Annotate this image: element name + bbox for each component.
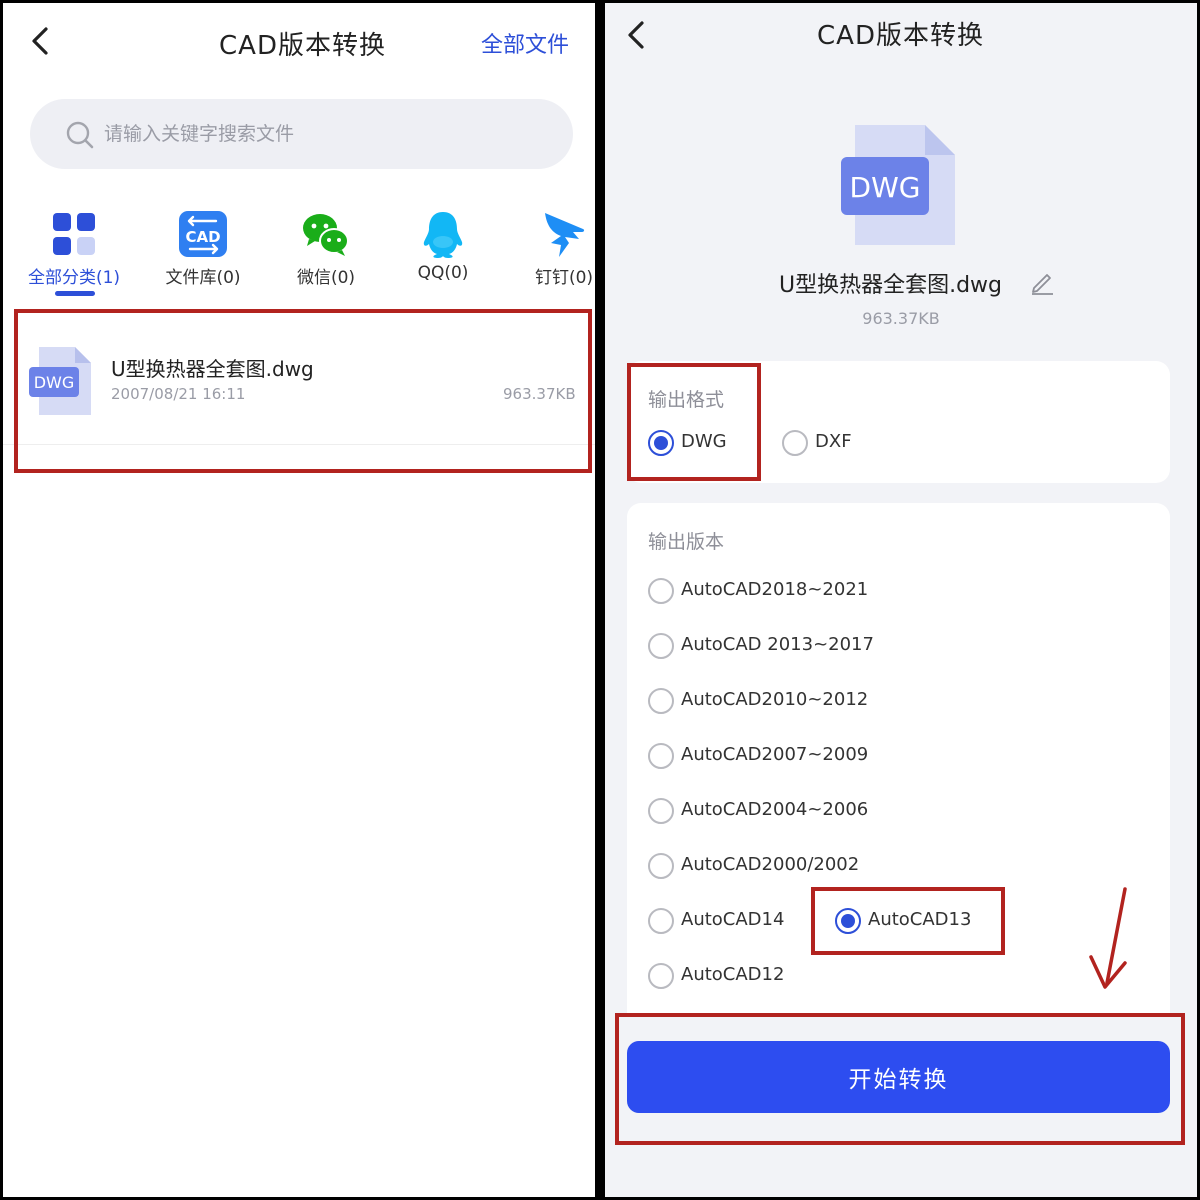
search-icon <box>66 121 94 149</box>
back-arrow-icon[interactable] <box>617 15 657 55</box>
category-label: 全部分类(1) <box>27 268 121 288</box>
radio-label: AutoCAD2004~2006 <box>681 799 869 820</box>
edit-pencil-icon[interactable] <box>1029 269 1055 295</box>
all-files-link[interactable]: 全部文件 <box>481 27 569 59</box>
annotation-highlight-box <box>615 1013 1185 1145</box>
conversion-settings-screen: CAD版本转换 DWG U型换热器全套图.dwg 963.37KB 输出格式 D… <box>605 3 1197 1197</box>
category-dingtalk[interactable]: 钉钉(0) <box>504 203 595 293</box>
radio-label: AutoCAD2018~2021 <box>681 579 869 600</box>
category-wechat[interactable]: 微信(0) <box>266 203 386 293</box>
category-label: 钉钉(0) <box>534 268 594 288</box>
file-name: U型换热器全套图.dwg <box>779 273 1003 298</box>
section-label: 输出版本 <box>648 531 725 553</box>
file-size: 963.37KB <box>862 309 940 328</box>
radio-button[interactable] <box>648 633 674 659</box>
annotation-highlight-box <box>811 887 1005 955</box>
page-title: CAD版本转换 <box>219 31 386 61</box>
radio-button[interactable] <box>648 743 674 769</box>
file-list-screen: CAD版本转换 全部文件 全部分类(1) CAD 文件库(0) <box>3 3 595 1197</box>
category-label: 微信(0) <box>296 268 356 288</box>
back-arrow-icon[interactable] <box>21 21 61 61</box>
annotation-highlight-box <box>627 363 761 481</box>
annotation-highlight-box <box>14 309 592 473</box>
radio-label: AutoCAD 2013~2017 <box>681 634 874 655</box>
radio-label: AutoCAD2010~2012 <box>681 689 869 710</box>
active-tab-indicator <box>55 291 95 296</box>
wechat-icon <box>303 214 349 256</box>
annotation-arrow-icon <box>1089 887 1127 989</box>
radio-label: AutoCAD2000/2002 <box>681 854 860 875</box>
category-label: QQ(0) <box>417 263 469 283</box>
dwg-file-icon: DWG <box>841 125 955 245</box>
category-label: 文件库(0) <box>165 268 241 288</box>
radio-button[interactable] <box>648 798 674 824</box>
qq-icon <box>423 212 463 258</box>
search-input[interactable] <box>104 113 544 155</box>
radio-button[interactable] <box>648 963 674 989</box>
radio-label: AutoCAD12 <box>681 964 785 985</box>
dingtalk-icon <box>545 213 585 257</box>
radio-button[interactable] <box>648 688 674 714</box>
radio-button[interactable] <box>648 853 674 879</box>
search-bar[interactable] <box>30 99 573 169</box>
radio-label: AutoCAD2007~2009 <box>681 744 869 765</box>
svg-text:CAD: CAD <box>185 228 220 246</box>
category-library[interactable]: CAD 文件库(0) <box>143 203 263 293</box>
file-badge: DWG <box>850 171 921 204</box>
cad-library-icon: CAD <box>179 211 227 257</box>
radio-button[interactable] <box>782 430 808 456</box>
page-title: CAD版本转换 <box>817 21 984 51</box>
radio-label: AutoCAD14 <box>681 909 785 930</box>
category-qq[interactable]: QQ(0) <box>383 203 503 293</box>
radio-label: DXF <box>815 431 852 452</box>
grid-icon <box>53 213 95 255</box>
radio-button[interactable] <box>648 908 674 934</box>
radio-button[interactable] <box>648 578 674 604</box>
category-all[interactable]: 全部分类(1) <box>14 203 134 293</box>
